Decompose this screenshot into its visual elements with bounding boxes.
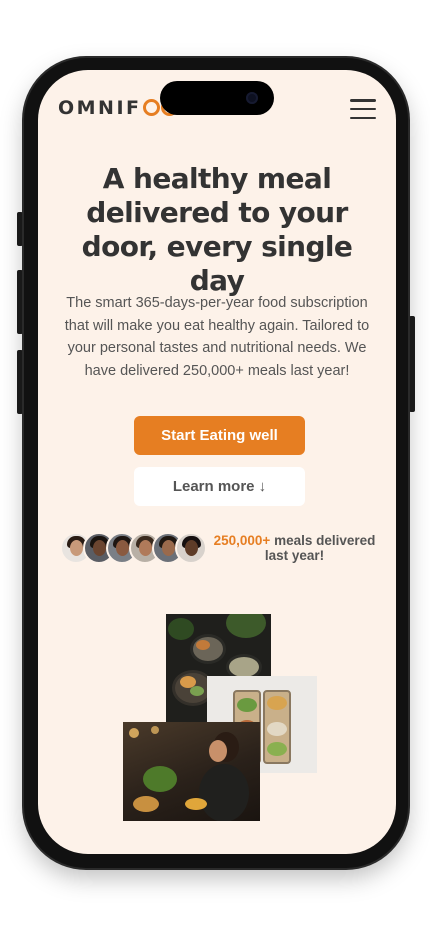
power-button <box>409 316 415 412</box>
delivered-count: 250,000+ <box>213 533 271 548</box>
menu-line <box>350 116 376 119</box>
dynamic-island <box>160 81 274 115</box>
device-mockup: OMNIFD A healthy meal delivered to your … <box>0 0 430 932</box>
logo-text: OMNIF <box>58 97 142 119</box>
delivered-meals-text: 250,000+ meals delivered last year! <box>212 533 377 563</box>
volume-up-button <box>17 270 23 334</box>
menu-line <box>350 99 376 102</box>
hamburger-menu-icon[interactable] <box>350 99 376 119</box>
hero-image-woman-eating <box>123 722 260 821</box>
start-eating-button[interactable]: Start Eating well <box>134 416 305 455</box>
learn-more-button[interactable]: Learn more ↓ <box>134 467 305 506</box>
customer-avatars <box>60 532 207 564</box>
front-camera <box>246 92 258 104</box>
volume-down-button <box>17 350 23 414</box>
hero-title: A healthy meal delivered to your door, e… <box>81 162 353 297</box>
phone-screen: OMNIFD A healthy meal delivered to your … <box>38 70 396 854</box>
menu-line <box>350 107 376 111</box>
action-button <box>17 212 23 246</box>
hero-description: The smart 365-days-per-year food subscri… <box>64 295 370 379</box>
logo-o-icon <box>142 99 160 116</box>
delivered-label: meals delivered last year! <box>264 533 376 563</box>
avatar <box>175 532 207 564</box>
